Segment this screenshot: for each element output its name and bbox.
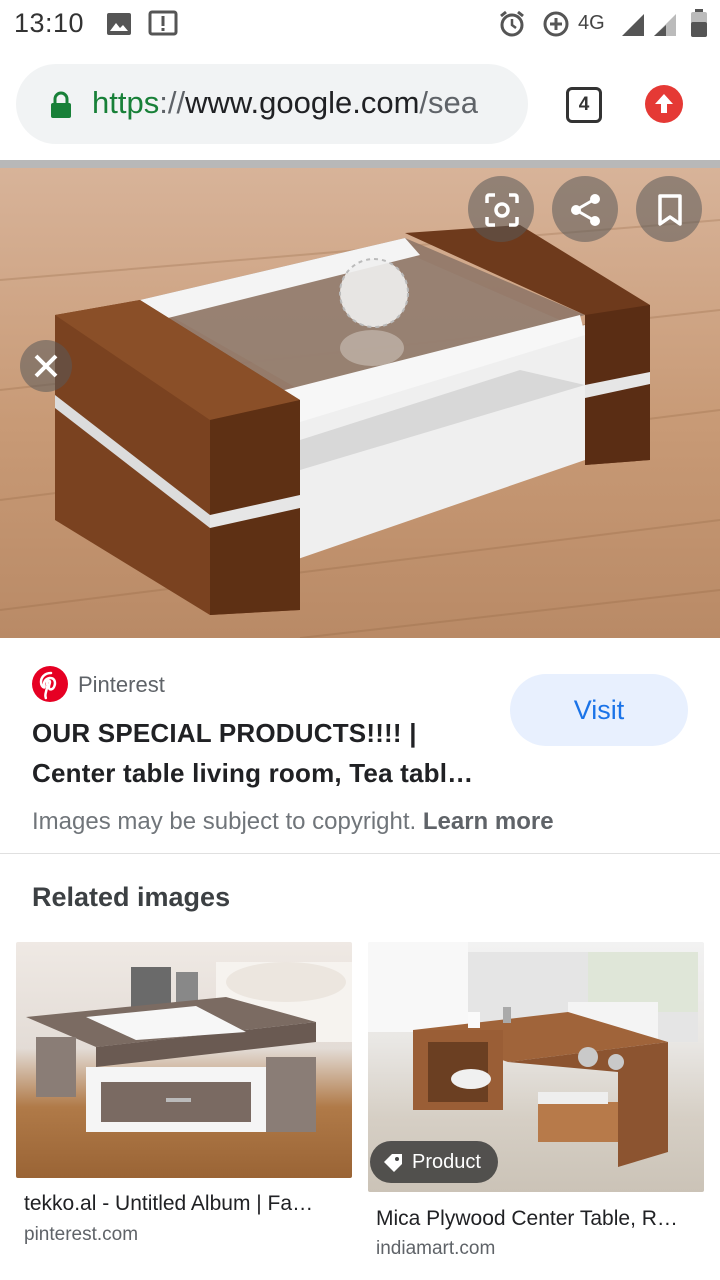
battery-icon [691,9,707,37]
status-bar: 13:10 4G [0,0,720,50]
product-badge-label: Product [412,1151,481,1173]
url-text: https://www.google.com/sea [92,85,478,121]
result-title-line-1[interactable]: OUR SPECIAL PRODUCTS!!!! | [32,718,417,749]
source-name: Pinterest [78,672,165,697]
related-title-2[interactable]: Mica Plywood Center Table, R… [376,1207,706,1231]
related-site-2: indiamart.com [376,1238,496,1259]
browser-toolbar: https://www.google.com/sea 4 [0,50,720,160]
main-image[interactable] [0,160,720,638]
status-time: 13:10 [14,8,85,38]
product-badge: Product [370,1141,498,1183]
copyright-text: Images may be subject to copyright. [32,808,417,835]
alert-icon [148,10,178,36]
lens-button[interactable] [468,176,534,242]
signal-icon [622,14,644,36]
network-type: 4G [578,12,605,34]
data-saver-icon [543,11,569,37]
related-image-1[interactable] [16,942,352,1178]
tag-icon [384,1154,402,1172]
result-info: Pinterest Visit OUR SPECIAL PRODUCTS!!!!… [0,638,720,854]
lock-icon [51,91,71,118]
coffee-table-image [0,219,720,638]
url-scheme: https [92,85,160,120]
related-title-1[interactable]: tekko.al - Untitled Album | Fa… [24,1192,354,1216]
lens-icon [485,193,519,227]
address-bar[interactable]: https://www.google.com/sea [16,64,528,144]
share-icon [571,194,600,226]
url-separator: :// [159,85,186,120]
related-thumbnail-1 [26,962,352,1132]
url-path: /sea [419,85,479,120]
share-button[interactable] [552,176,618,242]
save-button[interactable] [636,176,702,242]
close-button[interactable] [20,340,72,392]
tab-switcher-button[interactable]: 4 [566,87,602,123]
visit-button[interactable]: Visit [510,674,688,746]
learn-more-link[interactable]: Learn more [423,808,554,835]
url-host: www.google.com [185,85,420,120]
related-site-1: pinterest.com [24,1224,139,1245]
related-images-heading: Related images [32,882,231,912]
result-title-line-2[interactable]: Center table living room, Tea tabl… [32,758,473,789]
upload-icon [655,94,673,113]
pinterest-icon [32,666,68,702]
alarm-icon [500,10,524,37]
signal-icon-2 [654,14,676,36]
close-icon [34,354,58,378]
update-button[interactable] [645,85,683,123]
photo-icon [107,13,131,35]
bookmark-icon [658,194,682,226]
copyright-notice: Images may be subject to copyright. Lear… [32,808,554,836]
